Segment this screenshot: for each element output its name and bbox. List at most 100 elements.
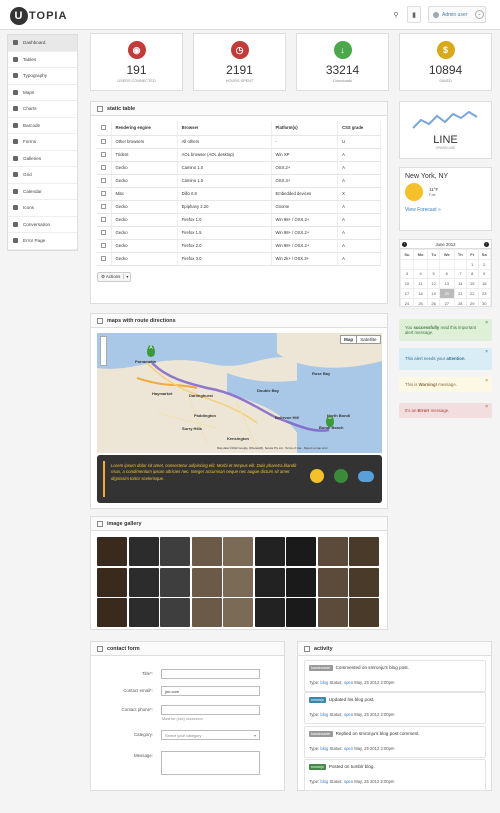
zoom-control[interactable] bbox=[100, 336, 107, 366]
row-checkbox[interactable] bbox=[101, 190, 106, 196]
calendar-day[interactable]: 26 bbox=[427, 297, 440, 309]
type-link[interactable]: blog bbox=[320, 712, 328, 717]
sidebar-item-dashboard[interactable]: Dashboard bbox=[8, 35, 77, 52]
status-link[interactable]: open bbox=[344, 712, 353, 717]
calendar-day[interactable]: 1 bbox=[465, 258, 479, 270]
message-textarea[interactable] bbox=[161, 751, 260, 775]
calendar-day[interactable]: 10 bbox=[400, 278, 414, 290]
calendar-day[interactable]: 4 bbox=[412, 268, 429, 280]
sidebar-item-error-page[interactable]: Error Page bbox=[8, 233, 77, 250]
gallery-thumbnail[interactable] bbox=[317, 598, 348, 627]
gallery-thumbnail[interactable] bbox=[286, 537, 316, 566]
calendar-day[interactable]: 20 bbox=[438, 288, 455, 299]
calendar-day[interactable]: 12 bbox=[427, 278, 440, 290]
gallery-thumbnail[interactable] bbox=[160, 537, 190, 566]
calendar-day[interactable]: 2 bbox=[477, 258, 491, 270]
sidebar-item-barcode[interactable]: Barcode bbox=[8, 118, 77, 134]
column-header[interactable]: Platform(s) bbox=[271, 121, 339, 136]
calendar-day[interactable]: 5 bbox=[427, 268, 440, 280]
calendar-day[interactable]: 18 bbox=[412, 288, 429, 299]
calendar-day[interactable]: 22 bbox=[465, 288, 479, 299]
text-input[interactable]: jon.com bbox=[161, 686, 260, 696]
satellite-type-button[interactable]: Satellite bbox=[357, 336, 379, 343]
sidebar-item-calendar[interactable]: Calendar bbox=[8, 184, 77, 200]
gallery-thumbnail[interactable] bbox=[254, 537, 285, 566]
gallery-thumbnail[interactable] bbox=[191, 598, 222, 627]
gallery-thumbnail[interactable] bbox=[128, 537, 159, 566]
sidebar-item-grid[interactable]: Grid bbox=[8, 167, 77, 184]
calendar-day[interactable]: 17 bbox=[400, 288, 414, 299]
calendar-day[interactable]: 30 bbox=[477, 297, 491, 309]
calendar-day[interactable]: 6 bbox=[438, 268, 455, 280]
calendar-day[interactable]: 24 bbox=[400, 297, 414, 309]
chevron-down-icon[interactable]: ⌄ bbox=[475, 10, 484, 19]
search-icon[interactable]: ⚲ bbox=[389, 6, 403, 23]
gallery-thumbnail[interactable] bbox=[317, 567, 348, 597]
calendar-day[interactable]: 8 bbox=[465, 268, 479, 280]
calendar-day[interactable]: 21 bbox=[453, 288, 468, 299]
gallery-thumbnail[interactable] bbox=[191, 537, 222, 566]
gallery-thumbnail[interactable] bbox=[223, 567, 253, 597]
next-month-icon[interactable]: › bbox=[483, 241, 489, 247]
type-link[interactable]: blog bbox=[320, 746, 328, 751]
status-link[interactable]: open bbox=[344, 779, 353, 784]
row-checkbox[interactable] bbox=[101, 151, 106, 157]
calendar-day[interactable]: 27 bbox=[438, 297, 455, 309]
actions-dropdown[interactable]: ⚙ Actions ▾ bbox=[97, 271, 132, 282]
calendar-day[interactable]: 16 bbox=[477, 278, 491, 290]
close-icon[interactable]: × bbox=[485, 320, 488, 327]
close-icon[interactable]: × bbox=[485, 378, 488, 385]
gallery-thumbnail[interactable] bbox=[286, 567, 316, 597]
category-select[interactable]: Select your category ▾ bbox=[161, 730, 260, 740]
close-icon[interactable]: × bbox=[485, 404, 488, 411]
forecast-link[interactable]: View Forecast » bbox=[405, 207, 486, 213]
type-link[interactable]: blog bbox=[320, 779, 328, 784]
gallery-thumbnail[interactable] bbox=[349, 567, 379, 597]
gallery-thumbnail[interactable] bbox=[191, 567, 222, 597]
sidebar-item-typography[interactable]: Typography bbox=[8, 68, 77, 85]
close-icon[interactable]: × bbox=[485, 349, 488, 356]
gallery-thumbnail[interactable] bbox=[160, 598, 190, 627]
calendar-day[interactable]: 15 bbox=[465, 278, 479, 290]
sidebar-item-tables[interactable]: Tables bbox=[8, 52, 77, 68]
sidebar-item-maps[interactable]: Maps bbox=[8, 85, 77, 101]
gallery-thumbnail[interactable] bbox=[254, 567, 285, 597]
status-link[interactable]: open bbox=[344, 746, 353, 751]
notification-icon[interactable]: ▮ bbox=[407, 6, 421, 23]
user-badge[interactable]: smronju bbox=[309, 764, 326, 770]
calendar-day[interactable]: 19 bbox=[427, 288, 440, 299]
sidebar-item-forms[interactable]: Forms bbox=[8, 134, 77, 151]
calendar-day[interactable]: 11 bbox=[412, 278, 429, 290]
column-header[interactable]: Browser bbox=[177, 121, 272, 136]
row-checkbox[interactable] bbox=[101, 255, 106, 261]
column-header[interactable]: CSS grade bbox=[337, 121, 381, 136]
row-checkbox[interactable] bbox=[101, 229, 106, 235]
row-checkbox[interactable] bbox=[101, 242, 106, 248]
route-start-marker[interactable]: A bbox=[147, 345, 155, 357]
gallery-thumbnail[interactable] bbox=[254, 598, 285, 627]
gallery-thumbnail[interactable] bbox=[97, 537, 127, 566]
calendar-day[interactable]: 3 bbox=[400, 268, 414, 280]
row-checkbox[interactable] bbox=[101, 164, 106, 170]
gallery-thumbnail[interactable] bbox=[286, 598, 316, 627]
gallery-thumbnail[interactable] bbox=[128, 598, 159, 627]
gallery-thumbnail[interactable] bbox=[160, 567, 190, 597]
logo[interactable]: U TOPIA bbox=[10, 7, 67, 25]
gallery-thumbnail[interactable] bbox=[97, 567, 127, 597]
user-badge[interactable]: smronju bbox=[309, 697, 326, 703]
user-badge[interactable]: basicheader bbox=[309, 731, 333, 737]
row-checkbox[interactable] bbox=[101, 203, 106, 209]
gallery-thumbnail[interactable] bbox=[97, 598, 127, 627]
prev-month-icon[interactable]: ‹ bbox=[402, 241, 407, 247]
sidebar-item-icons[interactable]: Icons bbox=[8, 200, 77, 217]
sidebar-item-conversation[interactable]: Conversation bbox=[8, 217, 77, 233]
row-checkbox[interactable] bbox=[101, 177, 106, 183]
checkbox[interactable] bbox=[101, 124, 106, 130]
calendar-day[interactable]: 14 bbox=[453, 278, 468, 290]
select-all-cell[interactable] bbox=[97, 121, 112, 136]
row-checkbox[interactable] bbox=[101, 216, 106, 222]
sidebar-item-charts[interactable]: Charts bbox=[8, 101, 77, 118]
user-badge[interactable]: basicheader bbox=[309, 665, 333, 671]
calendar-day[interactable]: 25 bbox=[412, 297, 429, 309]
gallery-thumbnail[interactable] bbox=[349, 537, 379, 566]
